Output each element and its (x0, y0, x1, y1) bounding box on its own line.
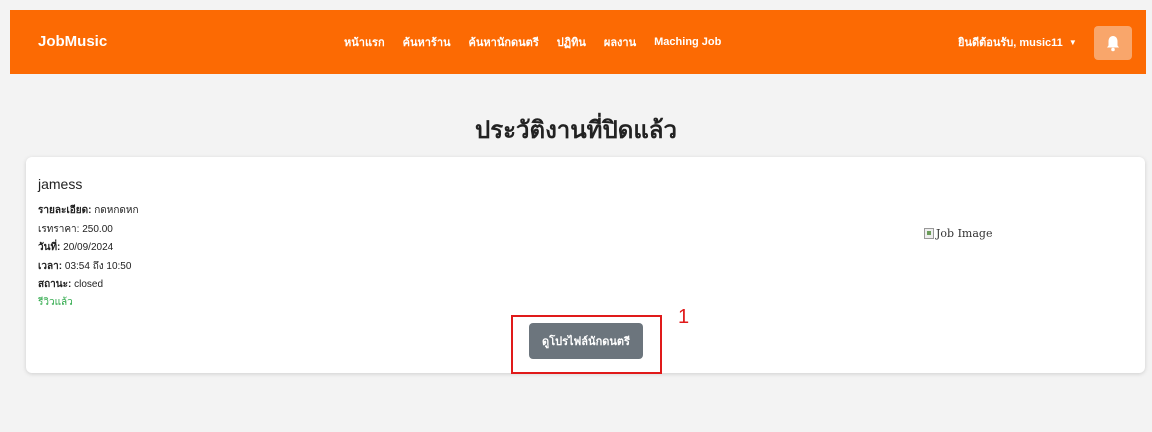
nav-link-portfolio[interactable]: ผลงาน (604, 33, 636, 51)
job-detail-value: กดหกดหก (94, 205, 139, 216)
job-status-value: closed (74, 279, 103, 290)
job-detail: รายละเอียด: กดหกดหก (38, 203, 139, 218)
job-price-value: 250.00 (82, 224, 113, 235)
job-time: เวลา: 03:54 ถึง 10:50 (38, 259, 131, 274)
job-price: เรทราคา: 250.00 (38, 222, 113, 237)
review-status-text: รีวิวแล้ว (38, 297, 73, 308)
brand-logo[interactable]: JobMusic (38, 10, 107, 74)
job-price-label: เรทราคา: (38, 224, 80, 235)
broken-image-icon (924, 228, 934, 239)
job-status-label: สถานะ: (38, 279, 72, 290)
user-menu-label: ยินดีต้อนรับ, music11 (958, 37, 1063, 49)
nav-link-calendar[interactable]: ปฏิทิน (557, 33, 586, 51)
nav-link-matching-job[interactable]: Maching Job (654, 36, 721, 48)
job-date: วันที่: 20/09/2024 (38, 240, 113, 255)
bell-icon (1107, 35, 1119, 51)
job-date-label: วันที่: (38, 242, 61, 253)
nav-link-find-shop[interactable]: ค้นหาร้าน (403, 33, 451, 51)
job-detail-label: รายละเอียด: (38, 205, 92, 216)
nav-links: หน้าแรก ค้นหาร้าน ค้นหานักดนตรี ปฏิทิน ผ… (344, 10, 721, 74)
job-status: สถานะ: closed (38, 277, 103, 292)
job-time-value: 03:54 ถึง 10:50 (64, 261, 132, 272)
job-time-label: เวลา: (38, 261, 63, 272)
annotation-number: 1 (678, 306, 690, 328)
user-menu-dropdown[interactable]: ยินดีต้อนรับ, music11 ▼ (958, 10, 1077, 74)
job-image: Job Image (924, 227, 992, 240)
notification-button[interactable] (1094, 26, 1132, 60)
job-image-alt: Job Image (936, 227, 993, 240)
job-musician-name: jamess (38, 176, 83, 192)
job-date-value: 20/09/2024 (63, 242, 114, 253)
annotation-highlight-box (511, 315, 662, 374)
nav-link-find-musician[interactable]: ค้นหานักดนตรี (469, 33, 539, 51)
nav-link-home[interactable]: หน้าแรก (344, 33, 385, 51)
page-title: ประวัติงานที่ปิดแล้ว (475, 117, 677, 144)
top-navbar: JobMusic หน้าแรก ค้นหาร้าน ค้นหานักดนตรี… (10, 10, 1146, 74)
caret-down-icon: ▼ (1068, 37, 1077, 47)
